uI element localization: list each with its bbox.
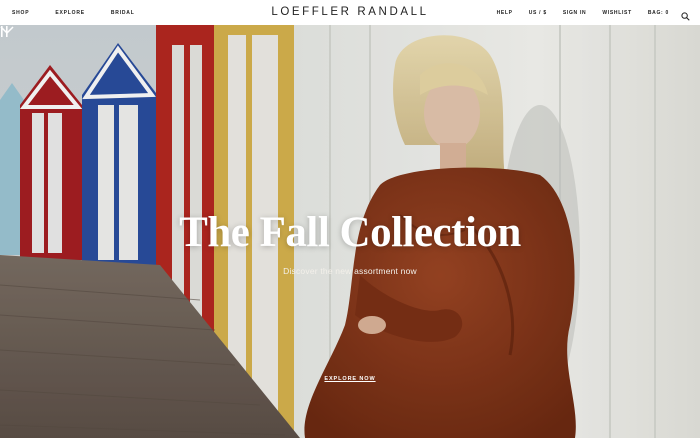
- pause-icon[interactable]: [0, 25, 9, 38]
- utility-nav: HELP US / $ SIGN IN WISHLIST BAG: 0: [481, 0, 690, 25]
- hero-banner: The Fall Collection Discover the new ass…: [0, 25, 700, 438]
- currency-selector[interactable]: US / $: [529, 10, 547, 16]
- sign-in-link[interactable]: SIGN IN: [563, 10, 587, 16]
- explore-now-button[interactable]: EXPLORE NOW: [0, 376, 700, 382]
- wishlist-link[interactable]: WISHLIST: [602, 10, 632, 16]
- search-icon[interactable]: [681, 8, 690, 21]
- top-navigation-bar: SHOP EXPLORE BRIDAL LOEFFLER RANDALL HEL…: [0, 0, 700, 25]
- hero-subheadline: Discover the new assortment now: [283, 266, 417, 276]
- bag-link[interactable]: BAG: 0: [648, 10, 669, 16]
- help-link[interactable]: HELP: [497, 10, 513, 16]
- hero-headline: The Fall Collection: [179, 209, 521, 256]
